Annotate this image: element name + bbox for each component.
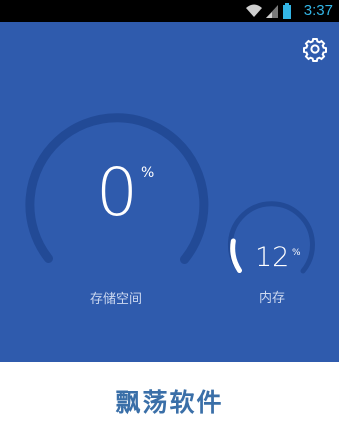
gear-icon [303,38,327,62]
settings-button[interactable] [302,36,328,62]
status-time: 3:37 [303,2,333,19]
storage-label[interactable]: 存储空间 [70,292,162,308]
storage-percent-unit: % [141,165,155,181]
wifi-icon [246,4,262,17]
app-screen: 3:37 0 % 存储空间 12 % 内存 飘荡软件 [0,0,339,446]
memory-percent-value: 12 [255,242,290,273]
watermark-text: 飘荡软件 [115,388,224,417]
storage-percent-value: 0 [96,154,138,231]
memory-label[interactable]: 内存 [246,291,298,307]
footer: 飘荡软件 [0,362,339,446]
status-icons [246,3,291,19]
battery-icon [283,3,291,19]
status-bar: 3:37 [0,0,339,22]
signal-icon [266,5,278,18]
memory-percent-unit: % [292,248,301,258]
gauges [25,113,315,274]
main-panel: 0 % 存储空间 12 % 内存 [0,22,339,362]
